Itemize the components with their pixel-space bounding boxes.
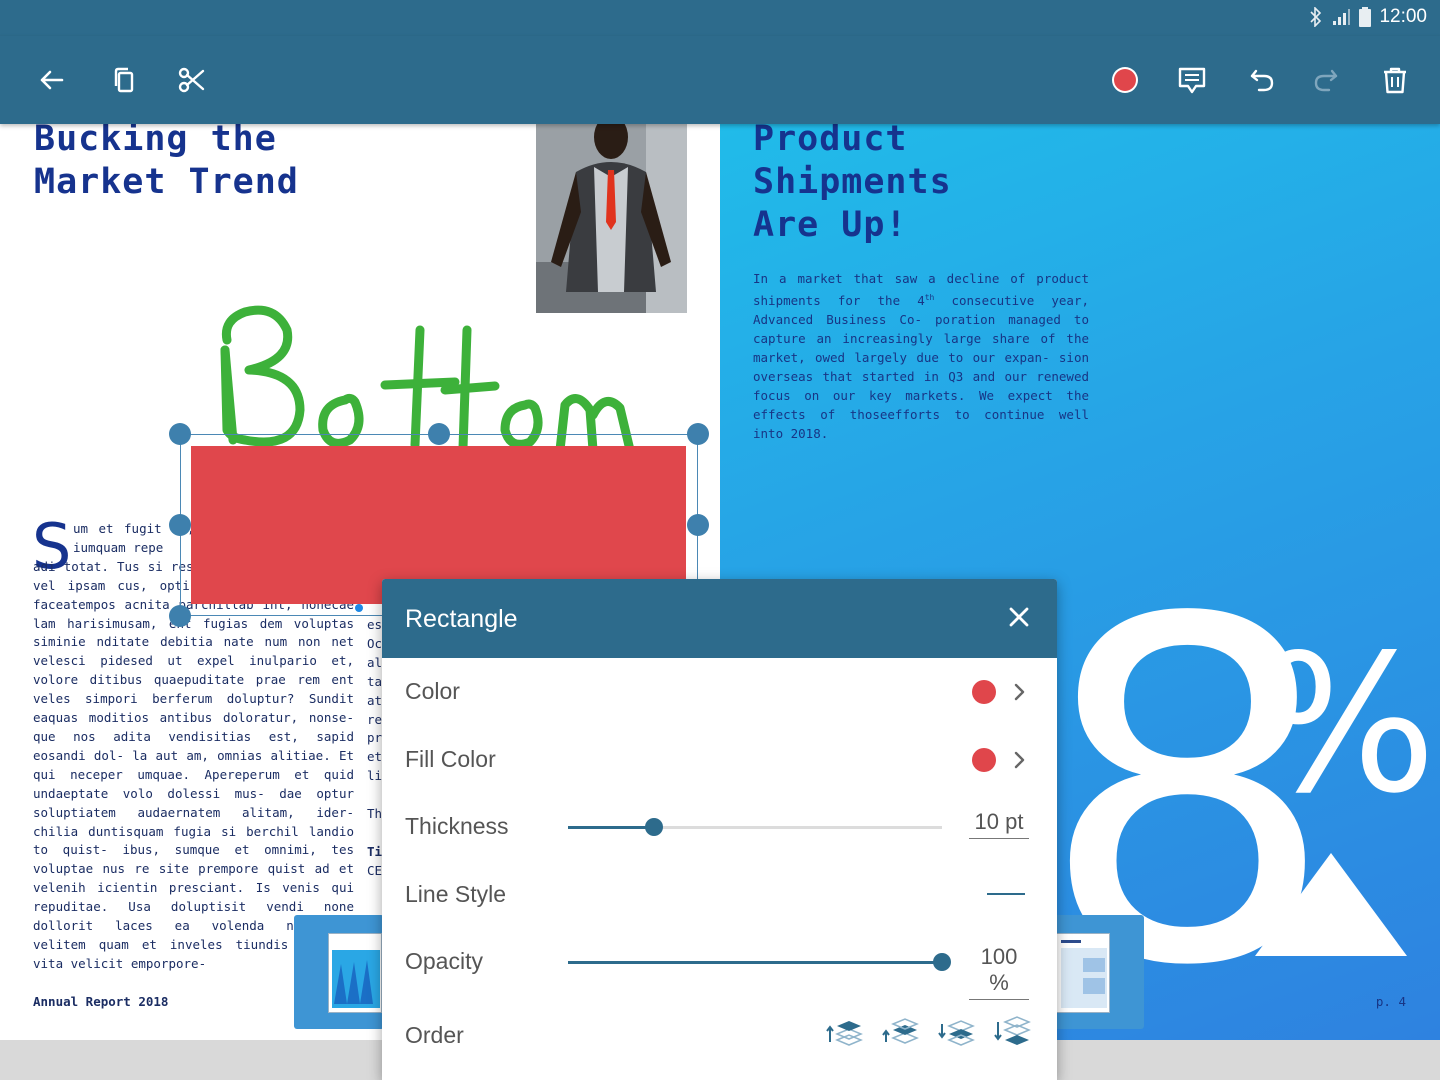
- thumbnail-preview: [328, 933, 382, 1013]
- order-buttons: [825, 1012, 1031, 1052]
- left-heading-line: Bucking the: [34, 119, 277, 159]
- fill-color-row[interactable]: Fill Color: [382, 726, 1057, 793]
- thickness-value-field[interactable]: 10 pt: [969, 809, 1029, 839]
- status-time: 12:00: [1379, 6, 1427, 27]
- body-text-rest: adi totat. Tus si res aut niatem voles u…: [33, 558, 354, 971]
- dialog-title: Rectangle: [405, 605, 518, 633]
- copy-button[interactable]: [102, 58, 146, 102]
- thickness-slider[interactable]: [568, 818, 942, 836]
- dialog-header: Rectangle: [382, 579, 1057, 658]
- bluetooth-icon: [1310, 7, 1322, 27]
- redo-button[interactable]: [1304, 58, 1348, 102]
- undo-button[interactable]: [1240, 58, 1284, 102]
- close-icon: [1009, 607, 1029, 627]
- thickness-slider-thumb[interactable]: [645, 818, 664, 836]
- opacity-slider-thumb[interactable]: [933, 953, 951, 971]
- back-button[interactable]: [29, 58, 73, 102]
- page-number: p. 4: [1375, 994, 1406, 1009]
- status-bar: 12:00: [0, 0, 1440, 36]
- opacity-slider[interactable]: [568, 953, 951, 971]
- close-button[interactable]: [1003, 601, 1035, 633]
- order-row: Order: [382, 1002, 1057, 1069]
- order-label: Order: [405, 1022, 464, 1048]
- right-heading: Product Shipments Are Up!: [753, 118, 1173, 247]
- color-swatch[interactable]: [972, 680, 996, 704]
- thickness-slider-fill: [568, 826, 655, 829]
- thickness-label: Thickness: [405, 813, 509, 839]
- fill-color-label: Fill Color: [405, 746, 496, 772]
- color-label: Color: [405, 678, 460, 704]
- resize-handle-left[interactable]: [169, 514, 191, 536]
- opacity-row: Opacity 100 %: [382, 928, 1057, 1000]
- right-heading-line: Product: [753, 119, 908, 159]
- send-to-back-icon[interactable]: [993, 1012, 1031, 1052]
- opacity-slider-fill: [568, 961, 942, 964]
- opacity-value-field[interactable]: 100 %: [969, 944, 1029, 1000]
- right-paragraph-text: consecutive year, Advanced Business Co- …: [753, 293, 1089, 442]
- battery-icon: [1359, 7, 1372, 27]
- right-paragraph: In a market that saw a decline of produc…: [753, 269, 1089, 443]
- resize-handle-top[interactable]: [428, 423, 450, 445]
- man-in-vest-photo: [536, 112, 687, 313]
- chevron-right-icon[interactable]: [1013, 748, 1027, 772]
- comment-button[interactable]: [1170, 58, 1214, 102]
- line-style-row[interactable]: Line Style: [382, 861, 1057, 928]
- page-thumbnail[interactable]: [1054, 915, 1144, 1029]
- fill-color-swatch[interactable]: [972, 748, 996, 772]
- left-heading: Bucking the Market Trend: [34, 118, 454, 204]
- big-percent-sign: %: [1256, 614, 1437, 835]
- thumbnail-preview: [1056, 933, 1110, 1013]
- ink-stroke-bottom: [220, 305, 635, 455]
- superscript: th: [924, 293, 935, 302]
- right-heading-line: Shipments: [753, 162, 952, 202]
- opacity-label: Opacity: [405, 948, 483, 974]
- send-backward-icon[interactable]: [937, 1012, 975, 1052]
- delete-button[interactable]: [1373, 58, 1417, 102]
- up-triangle-icon: [1255, 853, 1407, 956]
- thickness-row: Thickness 10 pt: [382, 793, 1057, 860]
- resize-handle-top-right[interactable]: [687, 423, 709, 445]
- back-arrow-icon: [40, 70, 64, 90]
- undo-icon: [1250, 69, 1274, 92]
- line-style-preview[interactable]: [987, 893, 1025, 895]
- rectangle-properties-dialog: Rectangle Color Fill Color Thickness 10 …: [382, 579, 1057, 1080]
- comment-icon: [1178, 67, 1206, 94]
- right-heading-line: Are Up!: [753, 205, 908, 245]
- status-icons: 12:00: [1309, 6, 1427, 28]
- copy-icon: [114, 67, 134, 93]
- footer-report-title: Annual Report 2018: [33, 994, 169, 1009]
- cut-icon: [178, 67, 205, 93]
- resize-handle-right[interactable]: [687, 514, 709, 536]
- chevron-right-icon[interactable]: [1013, 680, 1027, 704]
- line-style-label: Line Style: [405, 881, 507, 907]
- delete-icon: [1384, 67, 1406, 94]
- redo-icon: [1314, 69, 1338, 92]
- color-record-icon: [1112, 67, 1138, 93]
- resize-handle-top-left[interactable]: [169, 423, 191, 445]
- resize-handle-bottom[interactable]: [355, 604, 363, 612]
- page-thumbnail[interactable]: [294, 915, 384, 1029]
- signal-icon: [1333, 9, 1351, 25]
- bring-forward-icon[interactable]: [881, 1012, 919, 1052]
- color-row[interactable]: Color: [382, 658, 1057, 725]
- cut-button[interactable]: [169, 58, 213, 102]
- annotation-toolbar: [0, 36, 1440, 124]
- left-heading-line: Market Trend: [34, 162, 299, 202]
- resize-handle-bottom-left[interactable]: [169, 605, 191, 627]
- color-button[interactable]: [1103, 58, 1147, 102]
- bring-to-front-icon[interactable]: [825, 1012, 863, 1052]
